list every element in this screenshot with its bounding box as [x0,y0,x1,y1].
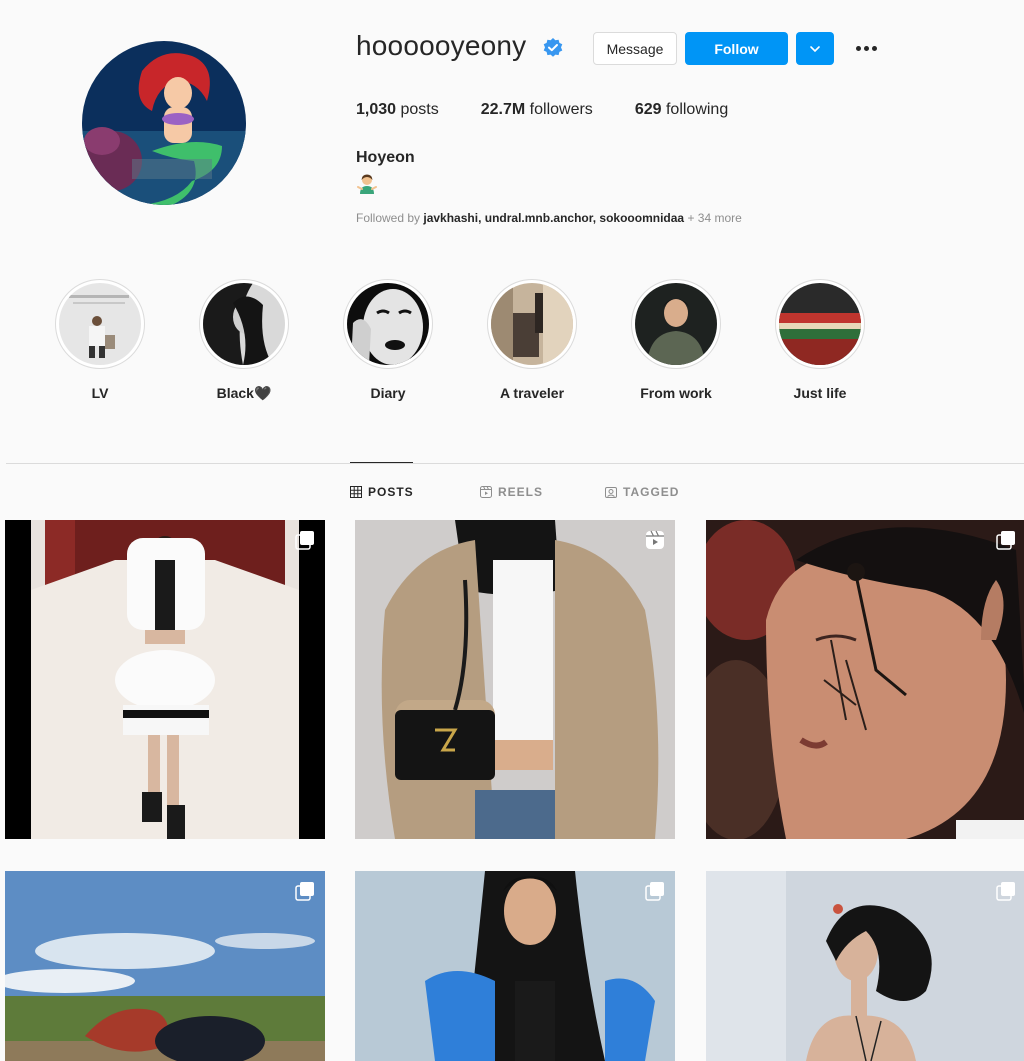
highlight-label: From work [640,385,712,401]
followed-by-names[interactable]: javkhashi, undral.mnb.anchor, sokooomnid… [423,211,684,225]
post-image [355,520,675,839]
highlight-cover [59,283,141,365]
highlight-black[interactable]: Black🖤 [184,279,304,402]
message-button[interactable]: Message [593,32,677,65]
more-options-button[interactable] [852,37,880,59]
highlight-from-work[interactable]: From work [616,279,736,401]
highlight-ring [199,279,289,369]
profile-stats: 1,030 posts 22.7M followers 629 followin… [356,101,770,119]
followed-by-more[interactable]: + 34 more [687,211,741,225]
highlight-ring [631,279,721,369]
post-image [5,520,325,839]
highlight-cover [635,283,717,365]
carousel-icon [996,531,1015,550]
tab-reels[interactable]: REELS [480,485,543,499]
carousel-icon [996,882,1015,901]
post-image [706,871,1024,1061]
highlight-label: Just life [793,385,847,401]
reels-icon [480,486,492,498]
highlight-ring [487,279,577,369]
stat-label: posts [400,101,439,118]
grid-icon [350,486,362,498]
highlight-a-traveler[interactable]: A traveler [472,279,592,401]
highlight-label: A traveler [499,385,565,401]
highlight-label: Black🖤 [216,385,272,401]
tagged-icon [605,487,617,498]
tab-label: POSTS [368,485,414,499]
highlight-label: LV [91,385,109,401]
more-dot-icon [871,45,877,51]
post-thumbnail[interactable] [355,520,675,839]
highlight-cover [203,283,285,365]
carousel-icon [295,531,314,550]
post-image [355,871,675,1061]
full-name: Hoyeon [356,149,415,166]
stat-followers[interactable]: 22.7M followers [481,101,593,119]
post-thumbnail[interactable] [5,871,325,1061]
username: hoooooyeony [356,30,527,61]
tab-label: TAGGED [623,485,680,499]
followed-by-prefix: Followed by [356,211,421,225]
stat-value: 629 [634,101,662,118]
stat-label: followers [529,101,593,118]
post-thumbnail[interactable] [706,520,1024,839]
tab-posts[interactable]: POSTS [350,485,414,499]
stat-value: 1,030 [356,101,397,118]
highlight-diary[interactable]: Diary [328,279,448,401]
person-gesturing-emoji-icon [357,174,377,194]
more-dot-icon [863,45,869,51]
highlight-ring [343,279,433,369]
post-thumbnail[interactable] [5,520,325,839]
highlight-cover [491,283,573,365]
more-dot-icon [855,45,861,51]
highlight-just-life[interactable]: Just life [760,279,880,401]
suggestions-dropdown-button[interactable] [796,32,834,65]
stat-value: 22.7M [480,101,526,118]
stat-following[interactable]: 629 following [635,101,728,119]
highlight-cover [347,283,429,365]
stat-posts: 1,030 posts [356,101,439,119]
tabs-divider [6,463,1024,464]
chevron-down-icon [810,45,820,52]
active-tab-indicator [350,462,413,463]
post-image [706,520,1024,839]
reel-icon [646,530,664,549]
carousel-icon [295,882,314,901]
highlight-ring [775,279,865,369]
post-thumbnail[interactable] [355,871,675,1061]
profile-avatar[interactable] [82,41,246,205]
post-image [5,871,325,1061]
tab-label: REELS [498,485,544,499]
tab-tagged[interactable]: TAGGED [605,485,679,499]
post-thumbnail[interactable] [706,871,1024,1061]
highlight-label: Diary [370,385,406,401]
highlight-cover [779,283,861,365]
followed-by-text[interactable]: Followed by javkhashi, undral.mnb.anchor… [356,211,742,225]
highlight-lv[interactable]: LV [40,279,160,401]
verified-badge-icon [543,38,563,57]
follow-button[interactable]: Follow [685,32,788,65]
highlight-ring [55,279,145,369]
stat-label: following [665,101,729,118]
carousel-icon [645,882,664,901]
